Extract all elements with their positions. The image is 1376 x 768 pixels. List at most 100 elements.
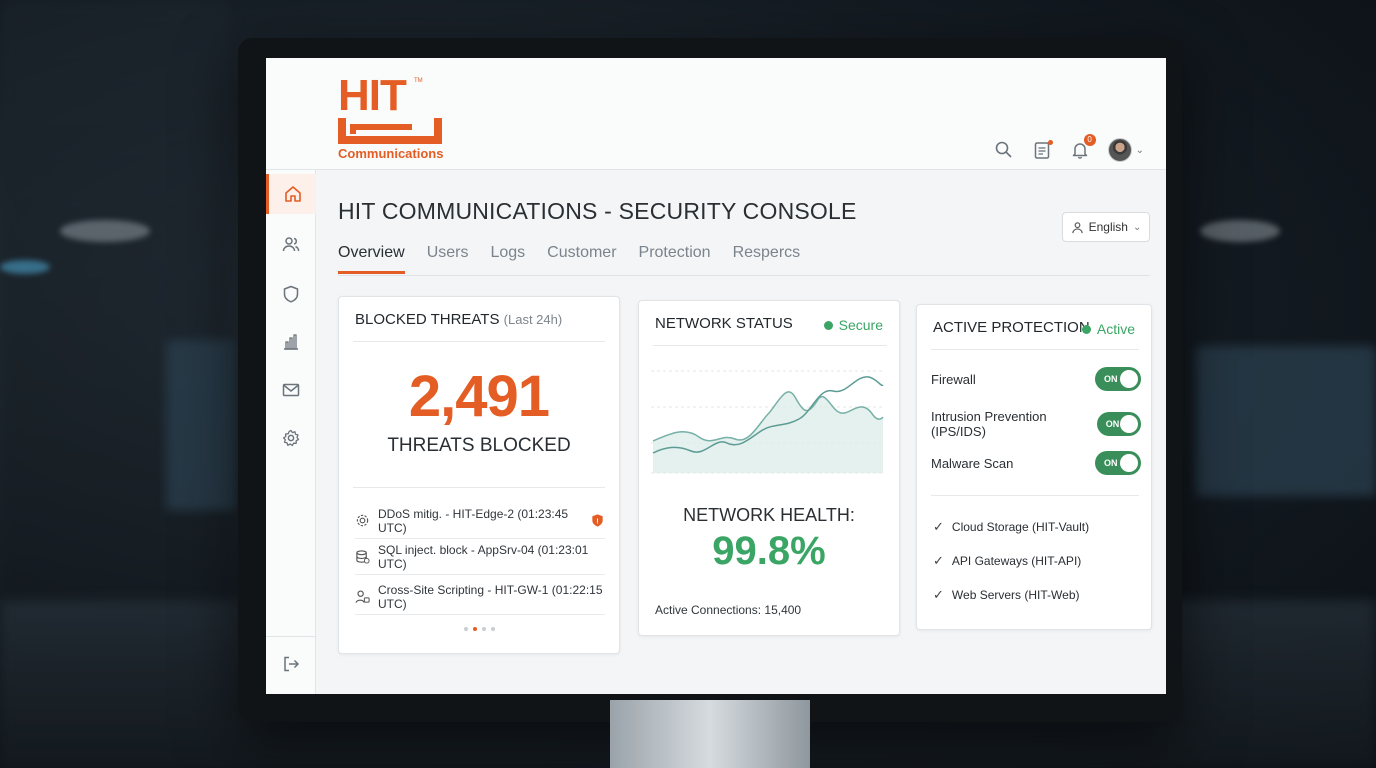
shield-icon — [283, 285, 299, 303]
intrusion-prevention-label: Intrusion Prevention (IPS/IDS) — [931, 409, 1047, 439]
tab-customer[interactable]: Customer — [547, 244, 616, 274]
protected-service-label: API Gateways (HIT-API) — [951, 554, 1082, 568]
network-status-title: NETWORK STATUS — [655, 315, 793, 332]
notification-count-badge: 0 — [1083, 134, 1096, 146]
background-monitor — [166, 340, 236, 510]
malware-scan-toggle[interactable]: ON — [1095, 451, 1141, 475]
network-health-label: NETWORK HEALTH: — [683, 505, 855, 525]
threat-event-row[interactable]: SQL inject. block - AppSrv-04 (01:23:01 … — [355, 539, 605, 575]
logo-subtext: Communications — [338, 146, 444, 161]
threats-blocked-count: 2,491 — [408, 364, 550, 429]
background-light — [60, 220, 150, 242]
protected-service: ✓ API Gateways (HIT-API) — [933, 553, 1081, 569]
threat-event-text: Cross-Site Scripting - HIT-GW-1 (01:22:1… — [378, 582, 603, 611]
document-icon[interactable] — [1032, 140, 1053, 160]
hit-logo[interactable]: HIT TM Communications — [336, 74, 446, 164]
background-monitor — [1196, 346, 1376, 496]
users-icon — [282, 237, 300, 252]
sidebar-item-settings[interactable] — [266, 418, 316, 458]
blocked-threats-period: (Last 24h) — [503, 312, 563, 327]
malware-scan-setting: Malware Scan ON — [931, 451, 1141, 475]
firewall-label: Firewall — [931, 371, 976, 387]
protection-status-text: Active — [1096, 321, 1135, 337]
svg-text:!: ! — [596, 516, 599, 525]
card-divider — [931, 349, 1139, 350]
tab-users[interactable]: Users — [427, 244, 469, 274]
logo-frame-inner — [350, 124, 412, 134]
toggle-knob — [1120, 370, 1138, 388]
chevron-down-icon: ⌄ — [1132, 221, 1142, 233]
carousel-pager[interactable] — [339, 627, 619, 631]
check-icon: ✓ — [933, 587, 944, 602]
sidebar-item-messages[interactable] — [266, 370, 316, 410]
logout-icon — [284, 656, 300, 672]
firewall-setting: Firewall ON — [931, 367, 1141, 391]
tab-bar: Overview Users Logs Customer Protection … — [338, 244, 800, 274]
tab-protection[interactable]: Protection — [639, 244, 711, 274]
background-light — [1200, 220, 1280, 242]
tab-overview[interactable]: Overview — [338, 244, 405, 274]
user-icon — [1071, 221, 1083, 233]
search-icon[interactable] — [994, 140, 1014, 160]
active-protection-title: ACTIVE PROTECTION — [933, 319, 1090, 336]
bell-icon[interactable]: 0 — [1070, 134, 1096, 160]
user-lock-icon — [355, 590, 370, 603]
active-protection-card: ACTIVE PROTECTION Active Firewall ON Int… — [916, 304, 1152, 630]
card-divider — [353, 341, 605, 342]
status-dot — [1081, 324, 1091, 334]
home-icon — [284, 186, 301, 202]
shield-alert-icon: ! — [592, 514, 603, 527]
malware-scan-label: Malware Scan — [931, 455, 1014, 471]
mail-icon — [282, 383, 300, 397]
threat-event-row[interactable]: Cross-Site Scripting - HIT-GW-1 (01:22:1… — [355, 579, 605, 615]
monitor-stand — [610, 700, 810, 768]
firewall-toggle[interactable]: ON — [1095, 367, 1141, 391]
threat-event-text: SQL inject. block - AppSrv-04 (01:23:01 … — [378, 542, 589, 571]
language-select[interactable]: English ⌄ — [1062, 212, 1150, 242]
intrusion-prevention-setting: Intrusion Prevention (IPS/IDS) ON — [931, 409, 1141, 439]
network-traffic-sparkline — [651, 370, 884, 474]
document-badge-dot — [1047, 140, 1053, 145]
avatar[interactable] — [1107, 138, 1132, 162]
network-health-value: 99.8% — [712, 529, 826, 573]
threat-event-row[interactable]: DDoS mitig. - HIT-Edge-2 (01:23:45 UTC) … — [355, 503, 605, 539]
pager-dot[interactable] — [463, 627, 468, 631]
logo-text: HIT — [338, 71, 407, 120]
pager-dot[interactable] — [490, 627, 495, 631]
check-icon: ✓ — [933, 519, 944, 534]
sidebar-item-security[interactable] — [266, 274, 316, 314]
chevron-down-icon[interactable]: ⌄ — [1136, 145, 1144, 156]
toggle-knob — [1120, 454, 1138, 472]
check-icon: ✓ — [933, 553, 944, 568]
network-status-indicator: Secure — [823, 317, 883, 333]
sidebar-item-logout[interactable] — [266, 644, 316, 684]
sidebar-divider — [266, 636, 316, 637]
toggle-state: ON — [1104, 458, 1118, 468]
sidebar-item-reports[interactable] — [266, 322, 316, 362]
blocked-threats-heading: BLOCKED THREATS — [355, 311, 500, 328]
toggle-state: ON — [1105, 419, 1120, 429]
gear-icon — [282, 429, 300, 447]
pager-dot-active[interactable] — [472, 627, 477, 631]
status-dot — [823, 320, 833, 330]
toggle-knob — [1120, 415, 1138, 433]
tab-respercs[interactable]: Respercs — [733, 244, 801, 274]
intrusion-prevention-toggle[interactable]: ON — [1096, 412, 1141, 436]
toggle-state: ON — [1104, 374, 1118, 384]
sidebar-item-home[interactable] — [266, 174, 316, 214]
blocked-threats-title: BLOCKED THREATS (Last 24h) — [355, 311, 562, 328]
pager-dot[interactable] — [481, 627, 486, 631]
sidebar-item-users[interactable] — [266, 224, 316, 264]
card-divider — [353, 487, 605, 488]
protection-status-indicator: Active — [1081, 321, 1135, 337]
protected-service-label: Cloud Storage (HIT-Vault) — [951, 520, 1090, 534]
gear-shield-icon — [356, 514, 369, 527]
card-divider — [931, 495, 1139, 496]
logo-trademark: TM — [414, 78, 423, 84]
background-light — [0, 260, 50, 274]
page-title: HIT COMMUNICATIONS - SECURITY CONSOLE — [338, 198, 857, 224]
tab-logs[interactable]: Logs — [490, 244, 525, 274]
network-status-text: Secure — [838, 317, 883, 333]
bar-chart-icon — [284, 334, 298, 350]
threats-blocked-label: THREATS BLOCKED — [387, 435, 571, 456]
